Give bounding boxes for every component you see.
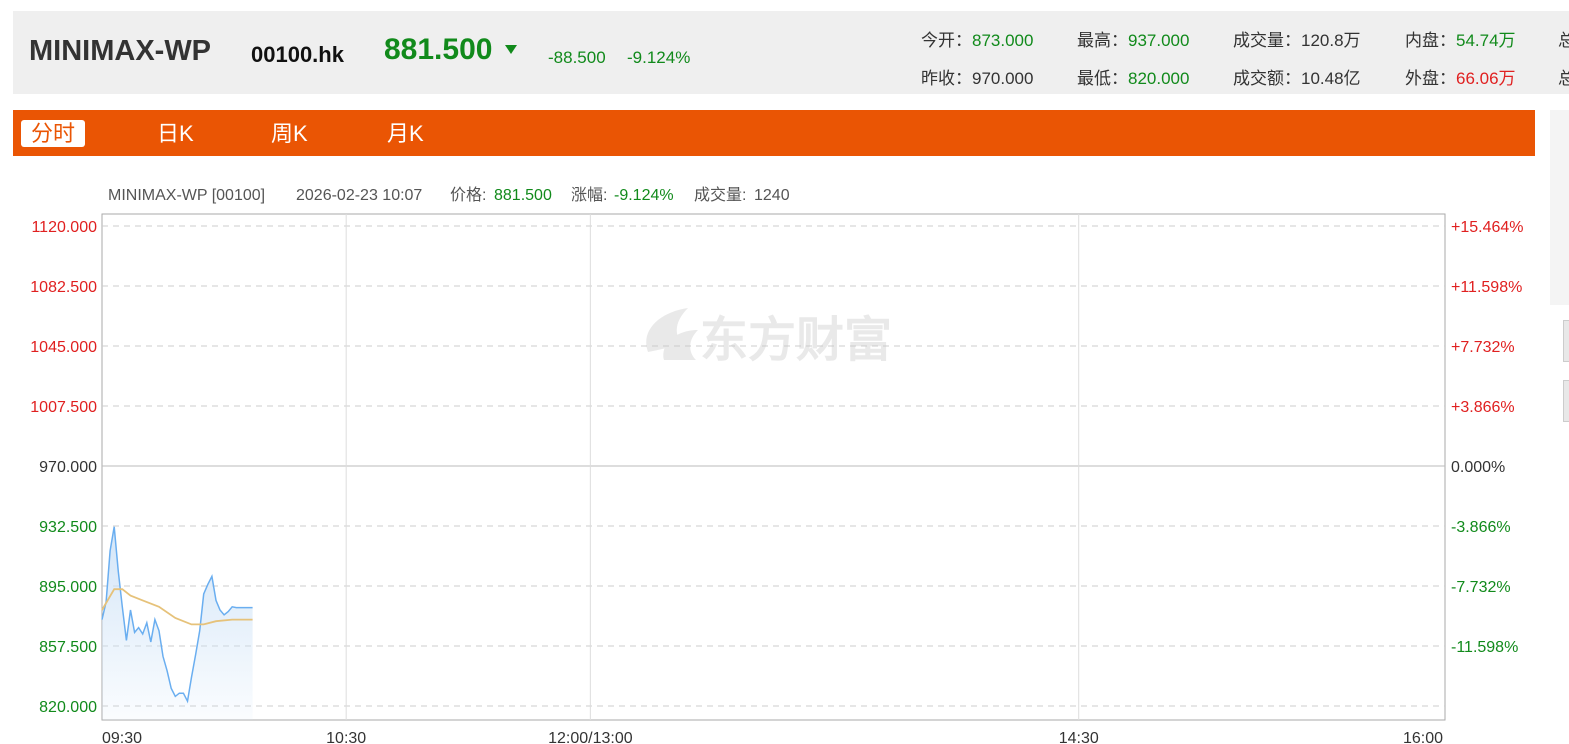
stat-amount: 成交额：10.48亿 bbox=[1233, 69, 1361, 88]
watermark-text: 东方财富 bbox=[700, 314, 892, 367]
tab-intraday[interactable]: 分时 bbox=[21, 120, 86, 147]
y-tick-label-right: +15.464% bbox=[1451, 219, 1524, 236]
y-tick-label-right: +7.732% bbox=[1451, 339, 1515, 356]
x-tick-label: 09:30 bbox=[102, 730, 142, 744]
y-tick-label-left: 1082.500 bbox=[30, 279, 97, 296]
stat-inner: 内盘：54.74万 bbox=[1405, 31, 1516, 50]
y-tick-label-right: -7.732% bbox=[1451, 579, 1511, 596]
stat-low: 最低：820.000 bbox=[1077, 69, 1190, 88]
stat-outer: 外盘：66.06万 bbox=[1405, 69, 1516, 88]
current-price: 881.500 bbox=[384, 33, 493, 66]
tab-monthly-k[interactable]: 月K bbox=[377, 120, 434, 147]
down-arrow-icon bbox=[505, 45, 517, 54]
stat-open: 今开：873.000 bbox=[921, 31, 1034, 50]
tab-daily-k[interactable]: 日K bbox=[147, 120, 204, 147]
y-tick-label-left: 932.500 bbox=[39, 519, 97, 536]
stat-prev-close: 昨收：970.000 bbox=[921, 69, 1034, 88]
y-tick-label-left: 857.500 bbox=[39, 639, 97, 656]
x-tick-label: 16:00 bbox=[1403, 730, 1443, 744]
y-tick-label-right: -11.598% bbox=[1451, 639, 1518, 656]
chart-info-datetime: 2026-02-23 10:07 bbox=[296, 187, 422, 204]
stat-volume: 成交量：120.8万 bbox=[1233, 31, 1361, 50]
stat-clipped-2: 总 bbox=[1558, 69, 1569, 88]
y-tick-label-left: 1007.500 bbox=[30, 399, 97, 416]
y-tick-label-right: -3.866% bbox=[1451, 519, 1511, 536]
price-change: -88.500 bbox=[548, 48, 606, 67]
y-tick-label-right: +3.866% bbox=[1451, 399, 1515, 416]
y-tick-label-left: 1120.000 bbox=[31, 219, 97, 236]
chart-info-volume-label: 成交量: bbox=[694, 186, 746, 204]
y-tick-label-left: 1045.000 bbox=[30, 339, 97, 356]
quote-header: MINIMAX-WP 00100.hk 881.500 -88.500 -9.1… bbox=[13, 11, 1569, 94]
chart-info-change-label: 涨幅: bbox=[571, 186, 607, 204]
stock-name: MINIMAX-WP bbox=[29, 35, 212, 67]
y-tick-label-left: 820.000 bbox=[39, 699, 97, 716]
y-tick-label-left: 970.000 bbox=[39, 459, 97, 476]
y-tick-label-right: 0.000% bbox=[1451, 459, 1505, 476]
chart-info-price: 881.500 bbox=[494, 187, 552, 204]
x-tick-label: 14:30 bbox=[1059, 730, 1099, 744]
stat-high: 最高：937.000 bbox=[1077, 31, 1190, 50]
x-tick-label: 10:30 bbox=[326, 730, 366, 744]
chart-tab-bar: 分时 日K 周K 月K bbox=[13, 110, 1535, 156]
y-tick-label-left: 895.000 bbox=[39, 579, 97, 596]
chart-info-price-label: 价格: bbox=[450, 186, 486, 204]
tab-weekly-k[interactable]: 周K bbox=[261, 120, 318, 147]
average-price-line bbox=[101, 588, 253, 626]
chart-info-name: MINIMAX-WP [00100] bbox=[108, 187, 265, 204]
intraday-chart: MINIMAX-WP [00100] 2026-02-23 10:07 价格: … bbox=[30, 186, 1524, 744]
stock-code: 00100.hk bbox=[251, 42, 344, 67]
plot-frame bbox=[101, 213, 1446, 721]
stat-clipped: 总 bbox=[1558, 31, 1569, 50]
y-tick-label-right: +11.598% bbox=[1451, 279, 1522, 296]
price-change-percent: -9.124% bbox=[627, 48, 691, 67]
watermark-logo: 东方财富 bbox=[646, 308, 892, 367]
chart-info-volume: 1240 bbox=[754, 187, 790, 204]
x-tick-label: 12:00/13:00 bbox=[548, 730, 633, 744]
chart-info-change: -9.124% bbox=[614, 187, 674, 204]
